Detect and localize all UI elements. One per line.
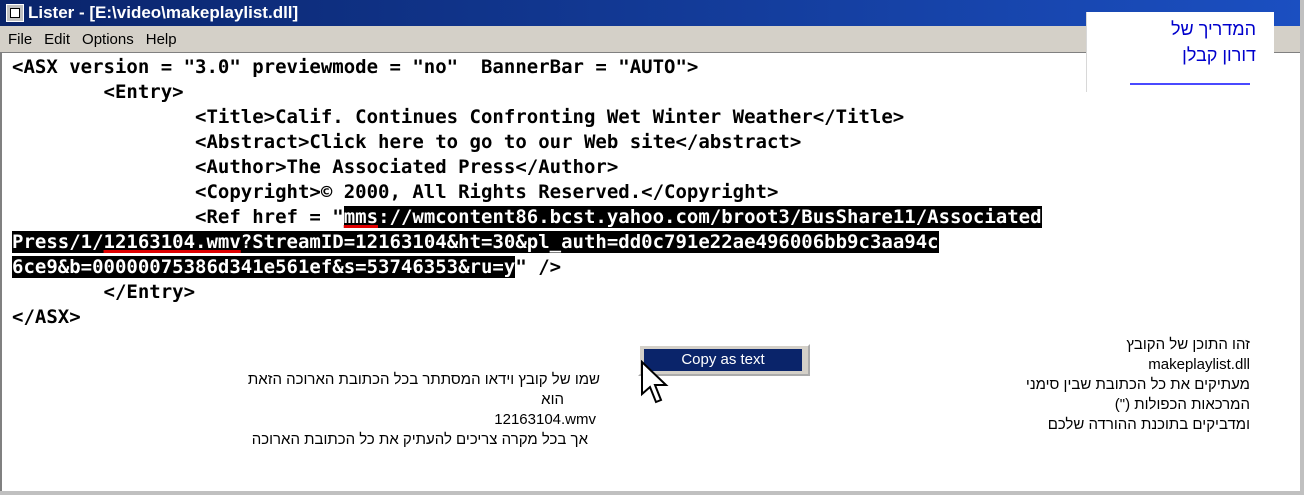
menu-options[interactable]: Options	[82, 31, 134, 48]
code-line-url: Press/1/12163104.wmv?StreamID=12163104&h…	[12, 230, 939, 254]
code-line-entry-open: <Entry>	[12, 81, 184, 103]
selected-url-part3[interactable]: ?StreamID=12163104&ht=30&pl_auth=dd0c791…	[240, 231, 939, 253]
code-line-url-end: 6ce9&b=00000075386d341e561ef&s=53746353&…	[12, 255, 561, 279]
note-left-line1: שמו של קובץ וידאו המסתתר בכל הכתובת הארו…	[247, 371, 600, 388]
lister-app-icon[interactable]	[6, 4, 24, 22]
ref-suffix: " />	[515, 256, 562, 278]
note-right: זהו התוכן של הקובץ makeplaylist.dll מעתי…	[880, 335, 1250, 435]
code-line-author: <Author>The Associated Press</Author>	[12, 156, 619, 178]
note-right-line3: מעתיקים את כל הכתובת שבין סימני	[1025, 376, 1250, 393]
selected-mms[interactable]: mms	[343, 206, 379, 228]
note-right-line4: המרכאות הכפולות (")	[1114, 396, 1250, 413]
menu-help[interactable]: Help	[146, 31, 177, 48]
guide-label: המדריך של דורון קבלן	[1086, 12, 1274, 92]
menu-edit[interactable]: Edit	[44, 31, 70, 48]
code-line-ref: <Ref href = "mms://wmcontent86.bcst.yaho…	[12, 205, 1042, 229]
code-line-copyright: <Copyright>© 2000, All Rights Reserved.<…	[12, 181, 779, 203]
note-left-line4: אך בכל מקרה צריכים להעתיק את כל הכתובת ה…	[251, 431, 588, 448]
menu-file[interactable]: File	[8, 31, 32, 48]
lister-window: Lister - [E:\video\makeplaylist.dll] Fil…	[0, 0, 1304, 495]
selected-wmv-filename[interactable]: 12163104.wmv	[103, 231, 241, 253]
note-left: שמו של קובץ וידאו המסתתר בכל הכתובת הארו…	[40, 370, 600, 450]
note-right-filename: makeplaylist.dll	[1148, 356, 1250, 373]
code-line-title: <Title>Calif. Continues Confronting Wet …	[12, 106, 905, 128]
code-line-asx-close: </ASX>	[12, 306, 81, 328]
code-line-abstract: <Abstract>Click here to go to our Web si…	[12, 131, 802, 153]
code-line-entry-close: </Entry>	[12, 281, 196, 303]
code-line-asx-open: <ASX version = "3.0" previewmode = "no" …	[12, 56, 699, 78]
window-title: Lister - [E:\video\makeplaylist.dll]	[28, 3, 299, 22]
selected-url-part4[interactable]: 6ce9&b=00000075386d341e561ef&s=53746353&…	[12, 256, 516, 278]
selected-url-part2[interactable]: Press/1/	[12, 231, 104, 253]
selected-url-part1[interactable]: ://wmcontent86.bcst.yahoo.com/broot3/Bus…	[378, 206, 1042, 228]
guide-line-1: המדריך של	[1171, 19, 1256, 39]
note-right-line5: ומדביקים בתוכנת ההורדה שלכם	[1047, 416, 1250, 433]
ref-prefix: <Ref href = "	[12, 206, 344, 228]
guide-line-2: דורון קבלן	[1182, 45, 1256, 65]
note-left-filename: 12163104.wmv	[494, 411, 596, 428]
note-left-line2: הוא	[541, 391, 564, 408]
mouse-pointer-icon	[641, 360, 669, 404]
note-right-line1: זהו התוכן של הקובץ	[1126, 336, 1250, 353]
guide-underline	[1130, 83, 1250, 85]
